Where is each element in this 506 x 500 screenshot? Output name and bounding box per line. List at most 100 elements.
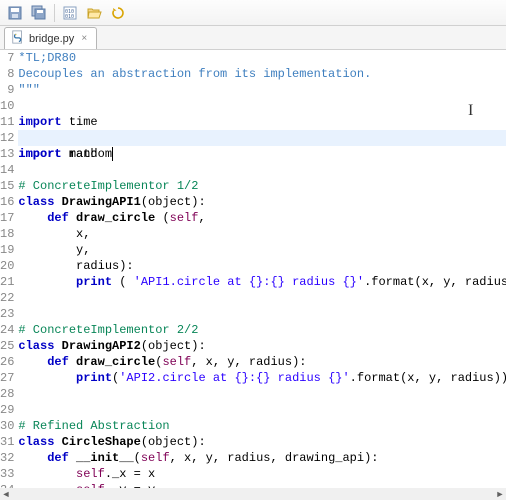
- line-number: 15: [0, 178, 14, 194]
- code-line[interactable]: [18, 402, 506, 418]
- token-self: self: [170, 211, 199, 225]
- line-number: 24: [0, 322, 14, 338]
- token-name: (: [112, 275, 134, 289]
- code-line[interactable]: [18, 290, 506, 306]
- code-line[interactable]: # Refined Abstraction: [18, 418, 506, 434]
- code-line[interactable]: import time: [18, 114, 506, 130]
- scroll-track[interactable]: [12, 488, 494, 500]
- token-name: .format(x, y, radius)): [350, 371, 506, 385]
- code-line[interactable]: """: [18, 82, 506, 98]
- code-line[interactable]: y,: [18, 242, 506, 258]
- token-name: object: [148, 339, 191, 353]
- token-func: CircleShape: [62, 435, 141, 449]
- line-number: 28: [0, 386, 14, 402]
- token-name: time: [62, 115, 98, 129]
- token-kw: import: [18, 115, 61, 129]
- token-func: draw_circle: [76, 355, 155, 369]
- save-icon[interactable]: [4, 2, 26, 24]
- code-line[interactable]: def __init__(self, x, y, radius, drawing…: [18, 450, 506, 466]
- code-line[interactable]: [18, 386, 506, 402]
- refresh-icon[interactable]: [107, 2, 129, 24]
- tab-label: bridge.py: [29, 33, 74, 45]
- line-number: 18: [0, 226, 14, 242]
- token-name: [69, 451, 76, 465]
- code-line[interactable]: # ConcreteImplementor 2/2: [18, 322, 506, 338]
- code-line[interactable]: radius):: [18, 258, 506, 274]
- code-line[interactable]: print('API2.circle at {}:{} radius {}'.f…: [18, 370, 506, 386]
- code-line[interactable]: [18, 162, 506, 178]
- code-line[interactable]: def draw_circle(self, x, y, radius):: [18, 354, 506, 370]
- tab-bridge-py[interactable]: bridge.py ×: [4, 27, 97, 49]
- scroll-left-icon[interactable]: ◄: [0, 488, 12, 500]
- code-line[interactable]: # ConcreteImplementor 1/2: [18, 178, 506, 194]
- token-name: (: [141, 195, 148, 209]
- close-icon[interactable]: ×: [78, 33, 90, 45]
- token-name: [18, 275, 76, 289]
- code-line[interactable]: *TL;DR80: [18, 50, 506, 66]
- code-line[interactable]: import random: [18, 130, 506, 146]
- code-line[interactable]: class DrawingAPI1(object):: [18, 194, 506, 210]
- token-name: [18, 483, 76, 488]
- line-number: 30: [0, 418, 14, 434]
- token-name: object: [148, 195, 191, 209]
- token-func: DrawingAPI2: [62, 339, 141, 353]
- folder-open-icon[interactable]: [83, 2, 105, 24]
- code-line[interactable]: class DrawingAPI2(object):: [18, 338, 506, 354]
- text-caret: [112, 147, 113, 161]
- horizontal-scrollbar[interactable]: ◄ ►: [0, 488, 506, 500]
- token-name: [54, 195, 61, 209]
- token-name: (: [141, 339, 148, 353]
- line-number: 12: [0, 130, 14, 146]
- token-name: ._x = x: [105, 467, 155, 481]
- token-self: self: [162, 355, 191, 369]
- line-number: 20: [0, 258, 14, 274]
- line-number: 11: [0, 114, 14, 130]
- code-line[interactable]: [18, 98, 506, 114]
- code-line[interactable]: import math: [18, 146, 506, 162]
- line-number: 29: [0, 402, 14, 418]
- token-name: radius):: [18, 259, 133, 273]
- line-number: 8: [0, 66, 14, 82]
- token-comment: # Refined Abstraction: [18, 419, 169, 433]
- code-line[interactable]: self._x = x: [18, 466, 506, 482]
- token-name: [18, 467, 76, 481]
- token-kw: print: [76, 275, 112, 289]
- line-number: 25: [0, 338, 14, 354]
- token-doc: """: [18, 83, 40, 97]
- code-area[interactable]: *TL;DR80Decouples an abstraction from it…: [18, 50, 506, 488]
- token-str: 'API2.circle at {}:{} radius {}': [119, 371, 349, 385]
- line-number: 26: [0, 354, 14, 370]
- token-name: [69, 211, 76, 225]
- token-kw: import: [18, 147, 61, 161]
- code-editor[interactable]: 7891011121314151617181920212223242526272…: [0, 50, 506, 488]
- code-line[interactable]: def draw_circle (self,: [18, 210, 506, 226]
- line-number: 9: [0, 82, 14, 98]
- code-line[interactable]: class CircleShape(object):: [18, 434, 506, 450]
- toolbar-separator: [54, 4, 55, 22]
- token-name: ._y = y: [105, 483, 155, 488]
- line-number: 16: [0, 194, 14, 210]
- token-name: [54, 339, 61, 353]
- save-all-icon[interactable]: [28, 2, 50, 24]
- line-number: 13: [0, 146, 14, 162]
- line-number: 22: [0, 290, 14, 306]
- line-number-gutter: 7891011121314151617181920212223242526272…: [0, 50, 18, 488]
- line-number: 14: [0, 162, 14, 178]
- code-line[interactable]: x,: [18, 226, 506, 242]
- token-name: [18, 451, 47, 465]
- binary-view-icon[interactable]: 010010: [59, 2, 81, 24]
- code-line[interactable]: Decouples an abstraction from its implem…: [18, 66, 506, 82]
- token-name: ):: [191, 339, 205, 353]
- token-comment: # ConcreteImplementor 2/2: [18, 323, 198, 337]
- code-line[interactable]: [18, 306, 506, 322]
- token-name: [18, 211, 47, 225]
- token-kw: class: [18, 339, 54, 353]
- line-number: 17: [0, 210, 14, 226]
- token-name: (: [134, 451, 141, 465]
- python-file-icon: [11, 30, 25, 47]
- token-name: (: [155, 211, 169, 225]
- code-line[interactable]: print ( 'API1.circle at {}:{} radius {}'…: [18, 274, 506, 290]
- scroll-right-icon[interactable]: ►: [494, 488, 506, 500]
- line-number: 10: [0, 98, 14, 114]
- token-name: , x, y, radius, drawing_api):: [170, 451, 379, 465]
